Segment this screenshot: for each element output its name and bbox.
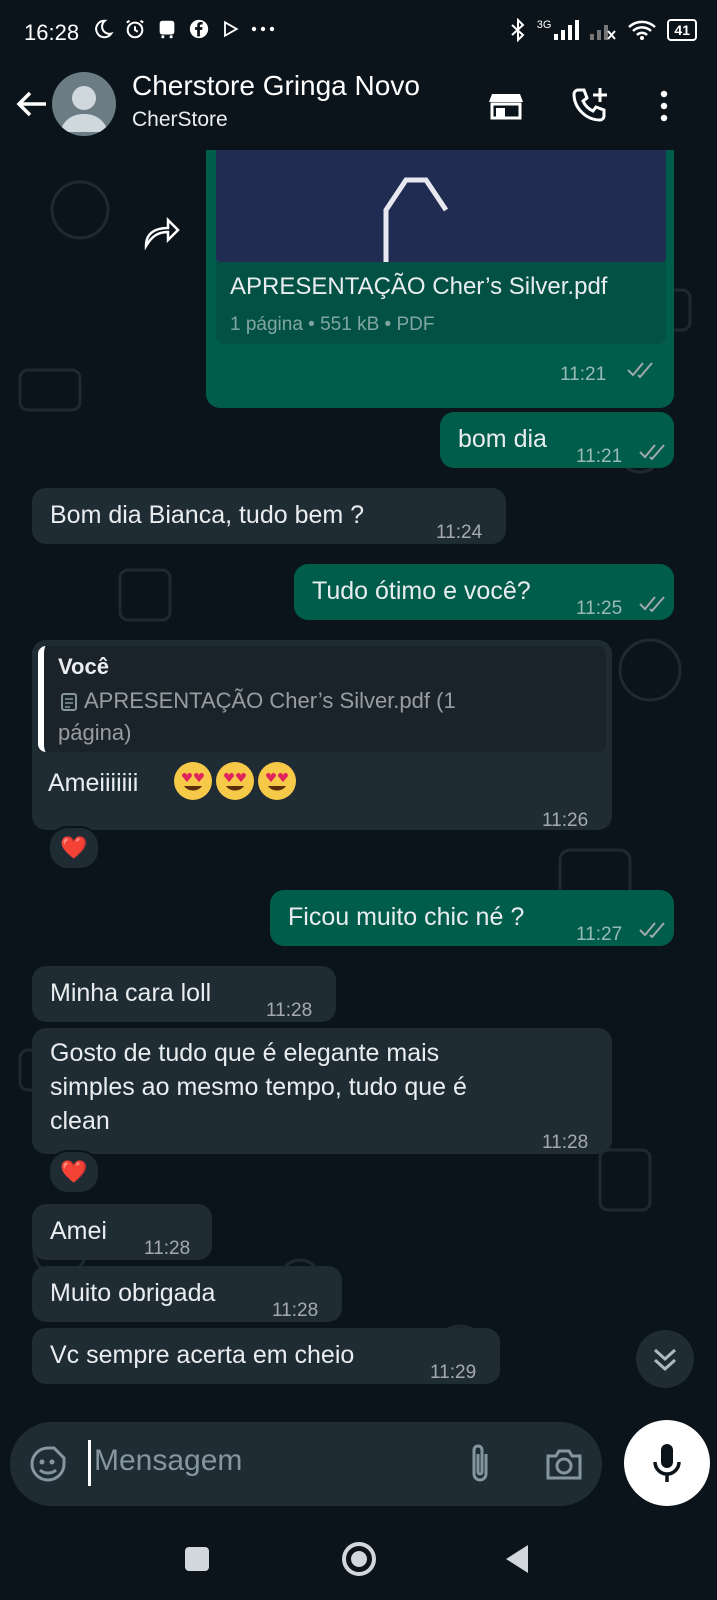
message-text: Ficou muito chic né ? — [288, 903, 525, 931]
play-icon — [224, 20, 239, 38]
pdf-preview-thumbnail[interactable] — [216, 150, 666, 262]
pdf-message[interactable]: APRESENTAÇÃO Cher’s Silver.pdf 1 página … — [206, 150, 674, 408]
message-time: 11:28 — [542, 1132, 589, 1153]
message-time: 11:21 — [576, 446, 623, 467]
read-ticks-icon — [639, 444, 665, 460]
double-chevron-down-icon — [653, 1348, 677, 1372]
message-time: 11:29 — [430, 1362, 477, 1383]
network-type: 3G — [536, 19, 552, 31]
message-time: 11:27 — [576, 924, 623, 945]
add-call-icon[interactable] — [568, 84, 612, 128]
heart-eyes-emoji-icon — [174, 762, 212, 800]
signal-icon — [554, 20, 580, 40]
quoted-message[interactable]: Você APRESENTAÇÃO Cher’s Silver.pdf (1 p… — [38, 646, 606, 752]
pdf-filename: APRESENTAÇÃO Cher’s Silver.pdf — [230, 273, 608, 300]
heart-eyes-emoji-icon — [258, 762, 296, 800]
message-composer: Mensagem — [10, 1422, 602, 1506]
forward-icon[interactable] — [142, 216, 182, 250]
text-cursor — [88, 1440, 91, 1486]
moon-icon — [95, 19, 114, 39]
pdf-preview-image — [216, 150, 666, 262]
message-incoming[interactable]: Vc sempre acerta em cheio 11:29 — [32, 1328, 500, 1384]
chat-title[interactable]: Cherstore Gringa Novo — [132, 70, 420, 102]
message-text: Vc sempre acerta em cheio — [50, 1341, 355, 1369]
chat-subtitle[interactable]: CherStore — [132, 108, 228, 132]
read-ticks-icon — [627, 362, 653, 378]
bus-icon — [159, 20, 175, 39]
message-time: 11:28 — [266, 1000, 313, 1021]
chat-header: Cherstore Gringa Novo CherStore — [0, 62, 717, 150]
back-arrow-icon[interactable] — [12, 84, 52, 124]
home-icon[interactable] — [340, 1540, 378, 1578]
pdf-meta: 1 página • 551 kB • PDF — [230, 314, 435, 335]
message-text: Bom dia Bianca, tudo bem ? — [50, 501, 365, 529]
document-icon — [61, 693, 77, 711]
message-time: 11:28 — [272, 1300, 319, 1321]
message-incoming[interactable]: Muito obrigada 11:28 — [32, 1266, 342, 1322]
more-options-icon[interactable] — [642, 84, 686, 128]
attach-icon[interactable] — [466, 1442, 496, 1486]
message-text: Minha cara loll — [50, 979, 212, 1007]
message-text: Muito obrigada — [50, 1279, 216, 1307]
read-ticks-icon — [639, 596, 665, 612]
message-outgoing[interactable]: bom dia 11:21 — [440, 412, 674, 468]
reaction-emoji: ❤️ — [60, 1159, 88, 1184]
status-bar: 16:28 3G 41 — [0, 0, 717, 62]
heart-reaction[interactable]: ❤️ — [48, 826, 100, 870]
store-icon[interactable] — [484, 84, 528, 128]
more-notifications-icon — [251, 26, 275, 32]
message-text: Tudo ótimo e você? — [312, 577, 531, 605]
quote-text-line1: APRESENTAÇÃO Cher’s Silver.pdf (1 — [84, 688, 456, 713]
message-input[interactable]: Mensagem — [94, 1444, 242, 1478]
quote-text-line2: página) — [58, 720, 132, 745]
message-text-line1: Gosto de tudo que é elegante mais — [50, 1039, 440, 1067]
reaction-emoji: ❤️ — [60, 835, 88, 860]
status-system-icons: 3G 41 — [509, 18, 697, 42]
bluetooth-icon — [511, 18, 525, 42]
message-incoming[interactable]: Minha cara loll 11:28 — [32, 966, 336, 1022]
message-time: 11:26 — [542, 810, 589, 831]
quote-author: Você — [58, 654, 109, 679]
back-nav-icon[interactable] — [502, 1542, 532, 1576]
avatar[interactable] — [52, 72, 116, 136]
heart-eyes-emoji-icon — [216, 762, 254, 800]
pdf-info-panel[interactable]: APRESENTAÇÃO Cher’s Silver.pdf 1 página … — [216, 262, 666, 344]
emoji-group — [174, 762, 300, 800]
message-incoming[interactable]: Gosto de tudo que é elegante mais simple… — [32, 1028, 612, 1154]
camera-icon[interactable] — [544, 1444, 584, 1484]
message-incoming[interactable]: Amei 11:28 — [32, 1204, 212, 1260]
message-outgoing[interactable]: Ficou muito chic né ? 11:27 — [270, 890, 674, 946]
battery-indicator: 41 — [667, 19, 697, 41]
system-navigation-bar — [0, 1530, 717, 1600]
signal-off-icon — [590, 25, 617, 40]
message-time: 11:25 — [576, 598, 623, 619]
recent-apps-icon[interactable] — [182, 1544, 212, 1574]
message-text-line3: clean — [50, 1107, 110, 1135]
microphone-button[interactable] — [624, 1420, 710, 1506]
message-text: Ameiiiiiii — [48, 769, 139, 797]
facebook-icon — [189, 19, 209, 39]
wifi-icon — [628, 20, 657, 40]
microphone-icon — [653, 1444, 681, 1482]
scroll-to-bottom-button[interactable] — [636, 1330, 694, 1388]
heart-reaction[interactable]: ❤️ — [48, 1150, 100, 1194]
message-incoming[interactable]: Bom dia Bianca, tudo bem ? 11:24 — [32, 488, 506, 544]
message-time: 11:24 — [436, 522, 483, 543]
chat-messages[interactable]: APRESENTAÇÃO Cher’s Silver.pdf 1 página … — [0, 150, 717, 1405]
read-ticks-icon — [639, 922, 665, 938]
status-notification-icons — [92, 18, 276, 40]
message-time: 11:21 — [560, 364, 607, 385]
message-incoming-reply[interactable]: Você APRESENTAÇÃO Cher’s Silver.pdf (1 p… — [32, 640, 612, 831]
message-outgoing[interactable]: Tudo ótimo e você? 11:25 — [294, 564, 674, 620]
status-time: 16:28 — [24, 20, 80, 45]
sticker-icon[interactable] — [28, 1444, 68, 1484]
default-avatar-icon — [60, 86, 108, 132]
message-time: 11:28 — [144, 1238, 191, 1259]
alarm-icon — [126, 19, 144, 39]
message-text-line2: simples ao mesmo tempo, tudo que é — [50, 1073, 467, 1101]
message-text: bom dia — [458, 425, 547, 453]
message-text: Amei — [50, 1217, 107, 1245]
